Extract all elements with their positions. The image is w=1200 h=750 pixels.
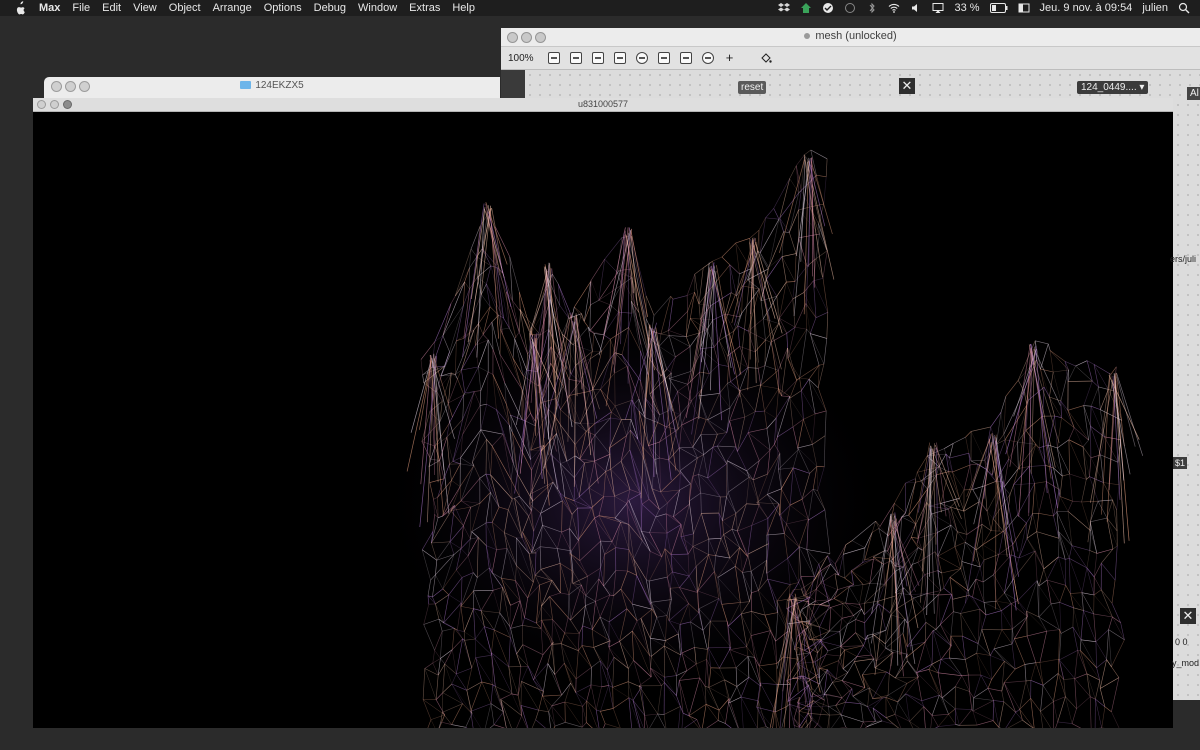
number-pair-label: 0 0: [1175, 637, 1188, 647]
menubar-clock[interactable]: Jeu. 9 nov. à 09:54: [1040, 0, 1133, 16]
menu-view[interactable]: View: [133, 0, 157, 16]
presentation-icon[interactable]: [547, 52, 560, 64]
paint-bucket-icon[interactable]: [760, 52, 772, 64]
bluetooth-icon[interactable]: [866, 2, 878, 14]
comment-icon[interactable]: [591, 52, 604, 64]
menubar-user[interactable]: julien: [1142, 0, 1168, 16]
menu-app-max[interactable]: Max: [39, 0, 60, 16]
menu-arrange[interactable]: Arrange: [213, 0, 252, 16]
toggle-icon[interactable]: [613, 52, 626, 64]
dial-icon[interactable]: [701, 52, 714, 64]
volume-icon[interactable]: [910, 2, 922, 14]
battery-percent[interactable]: 33 %: [954, 0, 979, 16]
menu-help[interactable]: Help: [452, 0, 475, 16]
jit-render-window: u831000577: [33, 98, 1173, 728]
new-object-icon[interactable]: [569, 52, 582, 64]
battery-icon[interactable]: [989, 3, 1008, 13]
apple-menu-icon[interactable]: [13, 1, 27, 15]
mail-app-icon[interactable]: [822, 2, 834, 14]
zoom-level-menu[interactable]: 100%: [508, 53, 534, 64]
spotlight-search-icon[interactable]: [1178, 2, 1190, 14]
path-fragment-label: ers/juli: [1170, 254, 1197, 264]
render-titlebar[interactable]: u831000577: [33, 98, 1173, 112]
mod-fragment-label: y_mod: [1172, 658, 1200, 668]
file-umenu[interactable]: 124_0449.... ▾: [1077, 81, 1149, 94]
patcher-toolbar: 100% +: [501, 47, 1200, 70]
wifi-icon[interactable]: [888, 2, 900, 14]
menu-edit[interactable]: Edit: [102, 0, 121, 16]
al-object[interactable]: Al: [1187, 87, 1200, 100]
notification-icon[interactable]: [1018, 2, 1030, 14]
message-box-icon[interactable]: [657, 52, 670, 64]
unsaved-dot-icon: [804, 33, 811, 40]
menu-extras[interactable]: Extras: [409, 0, 440, 16]
mesh-titlebar[interactable]: mesh (unlocked): [501, 28, 1200, 47]
circle-status-icon[interactable]: [844, 2, 856, 14]
finder-window-title: 124EKZX5: [44, 80, 500, 91]
button-object-icon[interactable]: [635, 52, 648, 64]
menu-object[interactable]: Object: [169, 0, 201, 16]
render-window-title: u831000577: [577, 99, 629, 109]
menu-debug[interactable]: Debug: [314, 0, 346, 16]
add-object-icon[interactable]: +: [724, 51, 736, 64]
dropbox-icon[interactable]: [778, 2, 791, 14]
status-area: 33 % Jeu. 9 nov. à 09:54 julien: [778, 0, 1200, 16]
menubar: Max File Edit View Object Arrange Option…: [0, 0, 1200, 16]
close-toggle-button[interactable]: ✕: [899, 78, 915, 94]
menu-window[interactable]: Window: [358, 0, 397, 16]
number-box-icon[interactable]: [679, 52, 692, 64]
menu-file[interactable]: File: [72, 0, 90, 16]
right-close-toggle[interactable]: ✕: [1180, 608, 1196, 624]
mesh-render-canvas[interactable]: [33, 112, 1173, 728]
home-sync-icon[interactable]: [800, 2, 812, 14]
airplay-icon[interactable]: [932, 2, 944, 14]
dollar-message-box[interactable]: $1: [1173, 457, 1188, 469]
mesh-window-title: mesh (unlocked): [501, 30, 1200, 42]
desktop-background: [0, 728, 1200, 750]
reset-message-button[interactable]: reset: [738, 81, 767, 94]
folder-icon: [240, 81, 252, 90]
menu-options[interactable]: Options: [264, 0, 302, 16]
